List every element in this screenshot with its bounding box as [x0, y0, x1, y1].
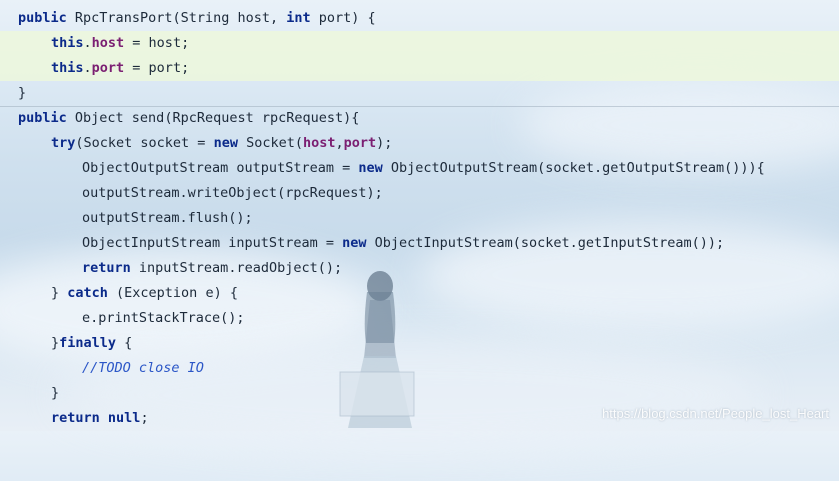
keyword: catch	[67, 285, 108, 301]
watermark-url: https://blog.csdn.net/People_lost_Heart	[602, 406, 829, 421]
code-line-3: this.port = port;	[0, 56, 839, 81]
code-text: port) {	[310, 10, 376, 26]
code-line-14: }finally {	[51, 335, 133, 351]
code-line-4: }	[0, 81, 839, 107]
keyword: null	[107, 410, 141, 426]
code-line-1: public RpcTransPort(String host, int por…	[0, 6, 839, 31]
code-line-5: public Object send(RpcRequest rpcRequest…	[18, 110, 360, 126]
code-line-16: }	[51, 385, 60, 401]
field-host: host	[91, 35, 125, 51]
keyword: try	[51, 135, 76, 151]
field-port: port	[343, 135, 377, 151]
keyword: this	[51, 60, 84, 76]
code-line-10: ObjectInputStream inputStream = new Obje…	[82, 235, 725, 251]
keyword: public	[18, 110, 67, 126]
code-line-11: return inputStream.readObject();	[82, 260, 343, 276]
code-line-9: outputStream.flush();	[82, 210, 253, 226]
code-editor[interactable]: public RpcTransPort(String host, int por…	[0, 0, 839, 431]
code-line-13: e.printStackTrace();	[82, 310, 245, 326]
code-text: RpcTransPort(String host,	[74, 10, 287, 26]
keyword: int	[286, 10, 311, 26]
code-line-12: } catch (Exception e) {	[51, 285, 238, 301]
keyword: return	[51, 410, 100, 426]
todo-comment: //TODO close IO	[82, 360, 204, 376]
keyword: finally	[59, 335, 117, 351]
keyword: new	[342, 235, 367, 251]
code-line-6: try(Socket socket = new Socket(host,port…	[51, 135, 393, 151]
code-line-8: outputStream.writeObject(rpcRequest);	[82, 185, 383, 201]
field-port: port	[91, 60, 125, 76]
code-line-2: this.host = host;	[0, 31, 839, 56]
field-host: host	[302, 135, 336, 151]
code-line-15: //TODO close IO	[0, 356, 839, 381]
keyword: this	[51, 35, 84, 51]
code-line-7: ObjectOutputStream outputStream = new Ob…	[82, 160, 765, 176]
keyword: new	[213, 135, 238, 151]
keyword: return	[82, 260, 131, 276]
keyword: public	[18, 10, 67, 26]
keyword: new	[358, 160, 383, 176]
